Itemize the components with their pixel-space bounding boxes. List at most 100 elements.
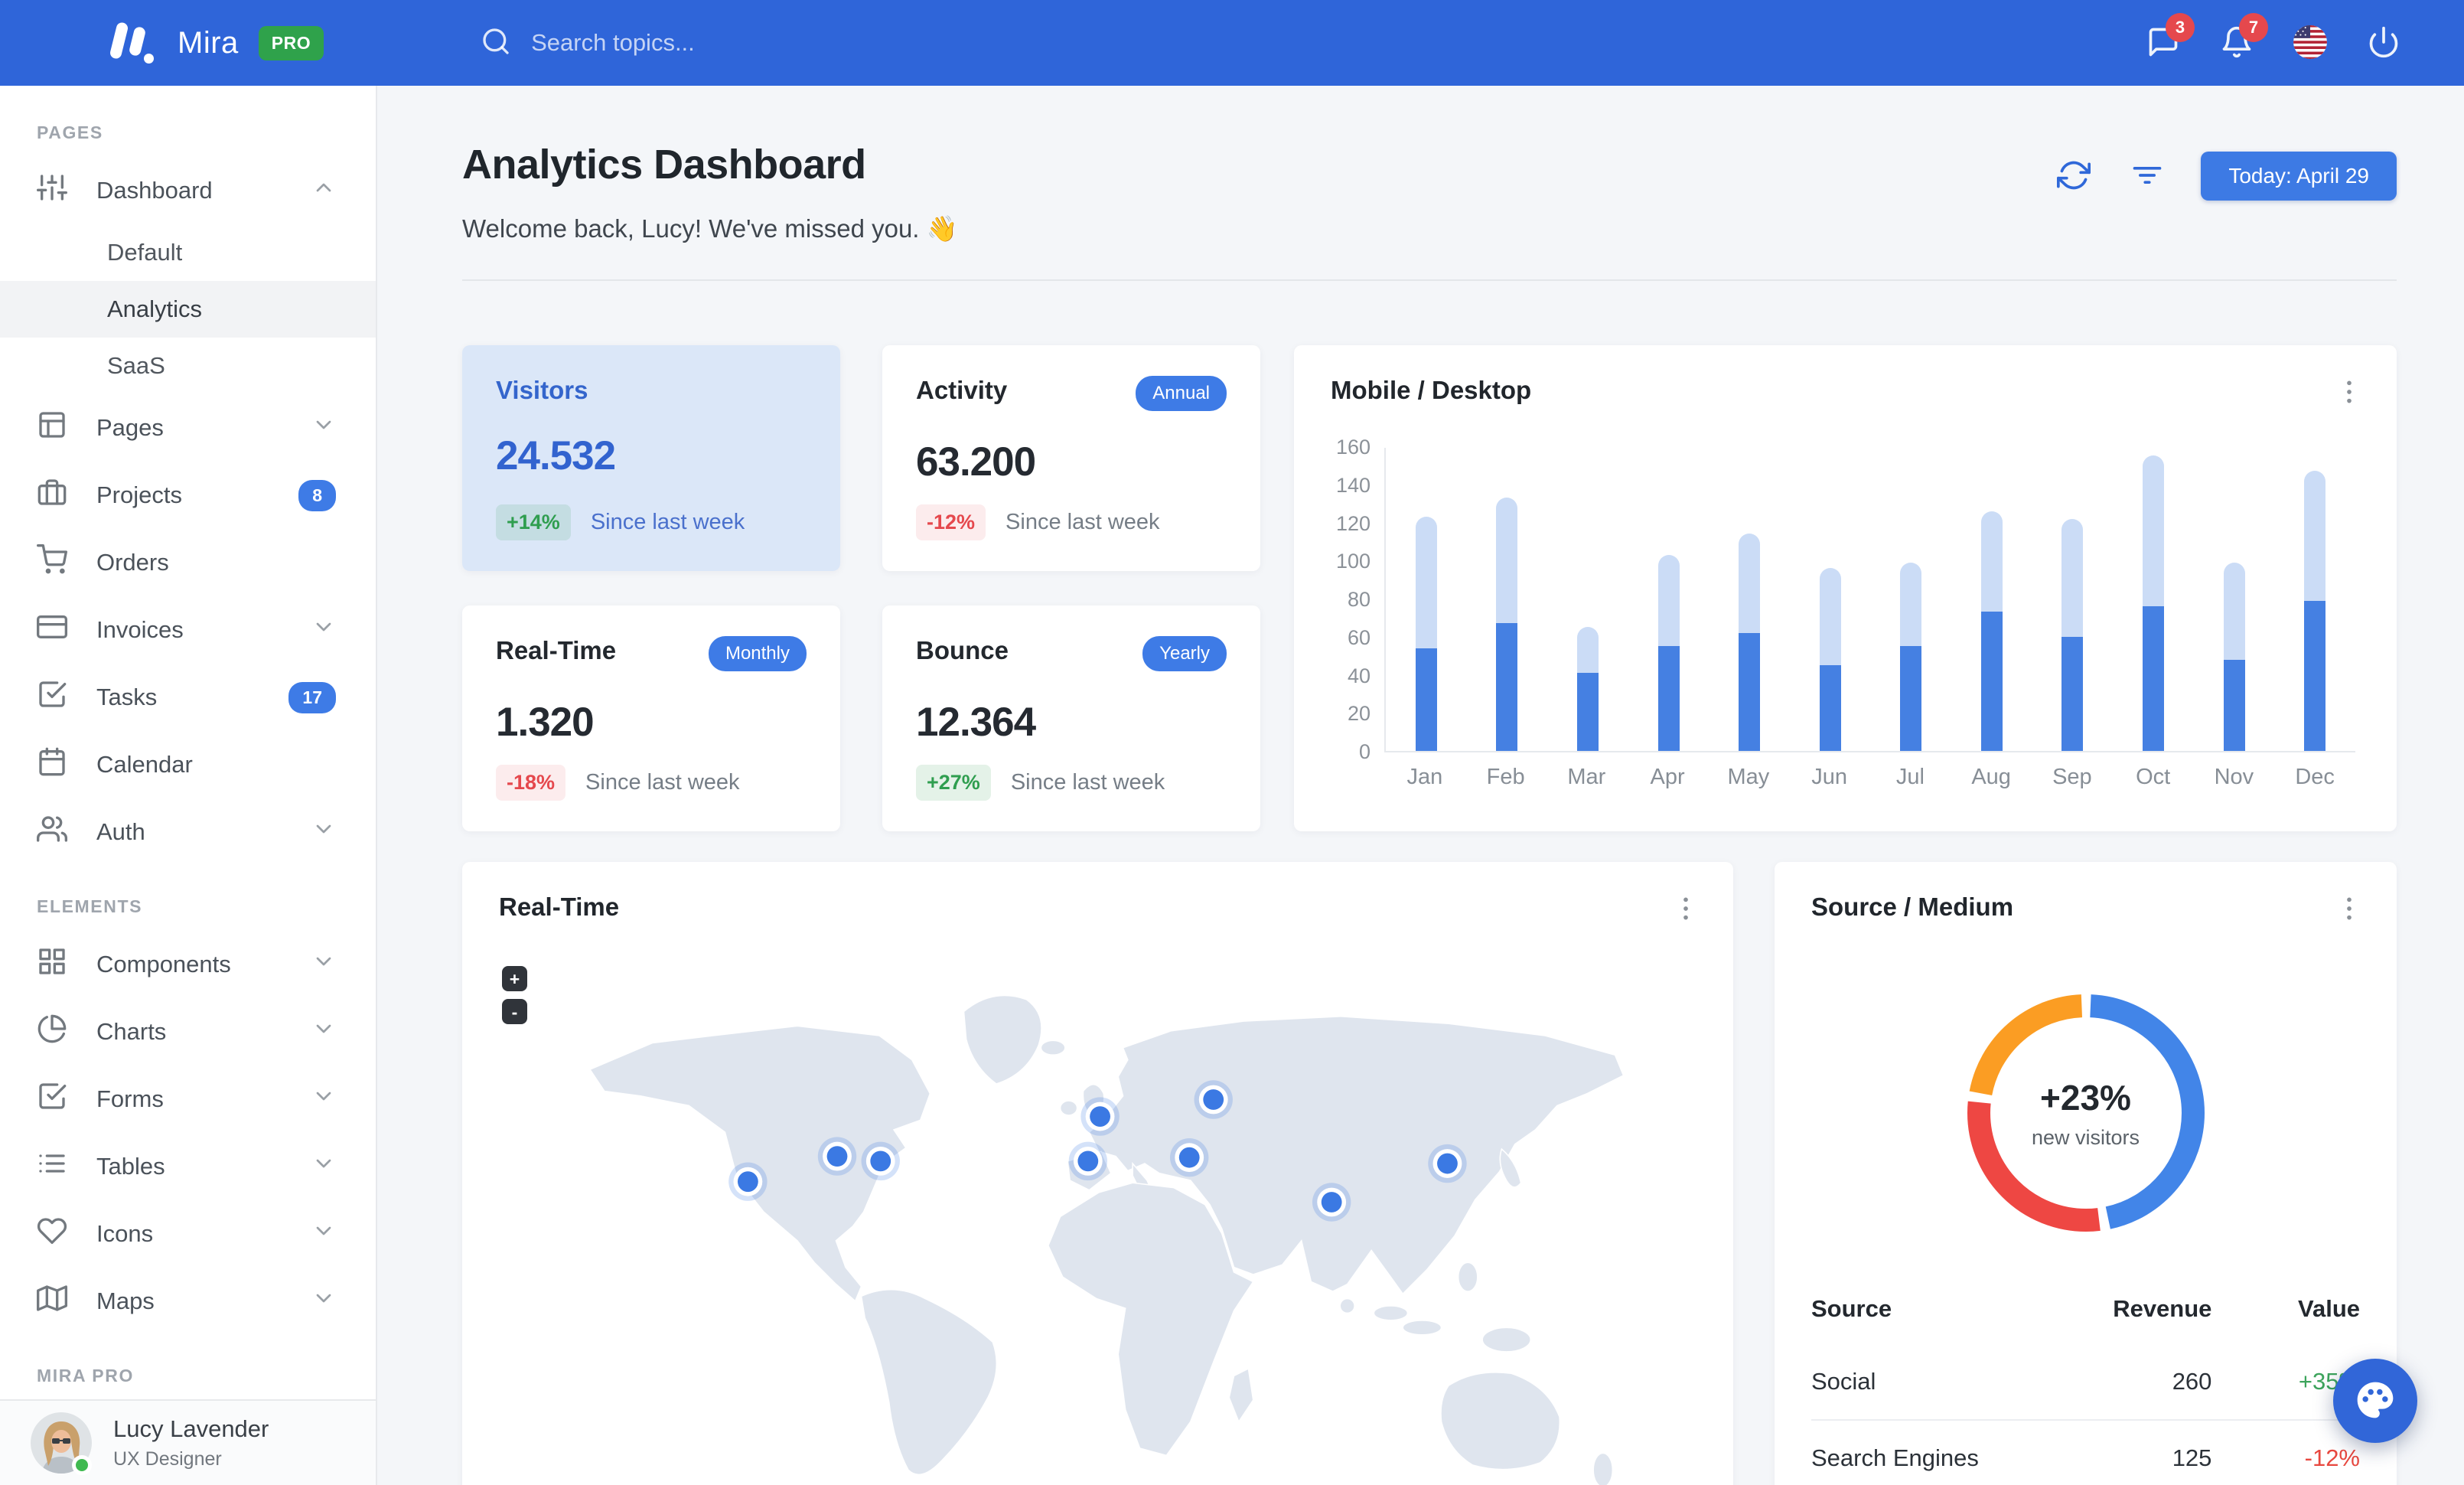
source-medium-card: Source / Medium +23% new visitors Source… — [1775, 862, 2397, 1485]
mira-logo-icon — [107, 21, 158, 65]
sidebar-item-maps[interactable]: Maps — [0, 1268, 376, 1335]
bar-mar[interactable] — [1576, 627, 1599, 751]
sidebar-item-label: Components — [96, 951, 231, 977]
bar-may[interactable] — [1739, 534, 1761, 751]
map-marker-london[interactable] — [1080, 1097, 1120, 1136]
grid-icon — [37, 946, 96, 983]
sidebar-count-badge: 17 — [288, 681, 336, 713]
desktop-segment — [1657, 554, 1680, 647]
bar-apr[interactable] — [1657, 554, 1680, 751]
sidebar-item-components[interactable]: Components — [0, 931, 376, 998]
messages-button[interactable]: 3 — [2144, 13, 2195, 62]
map-marker-madrid[interactable] — [1068, 1141, 1108, 1181]
theme-settings-fab[interactable] — [2333, 1359, 2417, 1443]
top-navbar: Mira PRO 3 7 — [0, 0, 2464, 86]
map-marker-moscow[interactable] — [1194, 1080, 1233, 1119]
sidebar-item-projects[interactable]: Projects 8 — [0, 462, 376, 529]
y-axis-tick: 40 — [1347, 664, 1371, 687]
notifications-button[interactable]: 7 — [2218, 13, 2268, 62]
sidebar-item-dashboard[interactable]: Dashboard — [0, 157, 376, 224]
stat-card-title: Activity — [916, 376, 1008, 404]
stacked-bar-chart: 0 20 40 60 80 100 120 140 160 Jan Feb Mar Apr May Jun… — [1331, 437, 2360, 808]
sidebar-item-charts[interactable]: Charts — [0, 998, 376, 1066]
bar-nov[interactable] — [2223, 562, 2245, 751]
bar-slot — [1870, 448, 1951, 751]
period-badge[interactable]: Yearly — [1142, 636, 1227, 671]
stat-card-value: 63.200 — [916, 439, 1036, 485]
stat-card-title: Bounce — [916, 636, 1009, 664]
map-marker-california[interactable] — [728, 1162, 768, 1201]
list-icon — [37, 1148, 96, 1185]
period-badge[interactable]: Monthly — [708, 636, 807, 671]
sidebar-item-orders[interactable]: Orders — [0, 529, 376, 596]
sidebar-item-label: Charts — [96, 1018, 167, 1045]
sidebar-item-tables[interactable]: Tables — [0, 1133, 376, 1200]
table-row[interactable]: Search Engines 125 -12% — [1811, 1419, 2360, 1485]
navbar-search — [481, 26, 853, 60]
bar-feb[interactable] — [1496, 498, 1518, 751]
source-table: Source Revenue Value Social 260 +35% Search E… — [1811, 1278, 2360, 1485]
sidebar-subitem-saas[interactable]: SaaS — [0, 338, 376, 394]
map-marker-chicago[interactable] — [817, 1137, 857, 1176]
bar-jun[interactable] — [1819, 568, 1841, 751]
card-menu-button[interactable] — [2332, 893, 2366, 926]
desktop-segment — [2061, 518, 2084, 637]
chevron-down-icon — [311, 413, 336, 443]
search-input[interactable] — [531, 29, 853, 57]
more-vertical-icon — [2334, 893, 2365, 926]
main-content: Analytics Dashboard Welcome back, Lucy! … — [377, 86, 2464, 1485]
map-zoom-out-button[interactable]: - — [502, 999, 527, 1024]
header-divider — [462, 279, 2397, 281]
map-marker-delhi[interactable] — [1312, 1183, 1351, 1222]
bar-sep[interactable] — [2061, 518, 2084, 751]
map-marker-beijing[interactable] — [1428, 1144, 1467, 1183]
sidebar-item-invoices[interactable]: Invoices — [0, 596, 376, 664]
mobile-segment — [2142, 605, 2164, 751]
stat-card-footer: +27% Since last week — [916, 765, 1227, 801]
map-marker-new-york[interactable] — [861, 1141, 900, 1181]
bar-slot — [1790, 448, 1871, 751]
sidebar-item-tasks[interactable]: Tasks 17 — [0, 664, 376, 731]
map-zoom-in-button[interactable]: + — [502, 966, 527, 991]
map-icon — [37, 1283, 96, 1320]
sidebar-item-forms[interactable]: Forms — [0, 1066, 376, 1133]
map-marker-istanbul[interactable] — [1169, 1137, 1209, 1177]
sidebar-subitem-default[interactable]: Default — [0, 224, 376, 281]
card-menu-button[interactable] — [1669, 893, 1703, 926]
period-badge[interactable]: Annual — [1136, 376, 1227, 411]
more-vertical-icon — [2334, 377, 2365, 410]
card-menu-button[interactable] — [2332, 376, 2366, 410]
sidebar-item-label: Tables — [96, 1153, 165, 1180]
bar-jan[interactable] — [1415, 517, 1437, 751]
filter-button[interactable] — [2127, 156, 2167, 196]
x-axis-label: Jan — [1406, 765, 1443, 789]
language-flag-button[interactable] — [2291, 24, 2329, 62]
brand[interactable]: Mira PRO — [107, 21, 324, 65]
sidebar-item-calendar[interactable]: Calendar — [0, 731, 376, 798]
sidebar-item-icons[interactable]: Icons — [0, 1200, 376, 1268]
bar-slot — [1386, 448, 1467, 751]
sidebar-profile[interactable]: Lucy Lavender UX Designer — [0, 1399, 376, 1485]
sidebar-subitem-analytics[interactable]: Analytics — [0, 281, 376, 338]
sidebar-item-label: Maps — [96, 1288, 155, 1314]
sign-out-button[interactable] — [2365, 24, 2403, 62]
mobile-segment — [1980, 612, 2003, 751]
stat-card-title: Real-Time — [496, 636, 617, 664]
bar-dec[interactable] — [2304, 471, 2326, 751]
world-map[interactable] — [496, 925, 1702, 1485]
refresh-icon — [2057, 158, 2091, 194]
sidebar-item-auth[interactable]: Auth — [0, 798, 376, 866]
sidebar-item-pages[interactable]: Pages — [0, 394, 376, 462]
bar-slot — [1467, 448, 1548, 751]
sidebar-item-label: Dashboard — [96, 177, 213, 204]
bar-jul[interactable] — [1900, 562, 1922, 751]
stat-note: Since last week — [1010, 770, 1165, 795]
profile-role: UX Designer — [113, 1448, 222, 1470]
stat-note: Since last week — [590, 510, 745, 534]
donut-center-label: new visitors — [2031, 1125, 2140, 1149]
date-range-button[interactable]: Today: April 29 — [2201, 152, 2397, 201]
bar-aug[interactable] — [1980, 511, 2003, 751]
table-row[interactable]: Social 260 +35% — [1811, 1344, 2360, 1420]
refresh-button[interactable] — [2054, 156, 2094, 196]
bar-oct[interactable] — [2142, 455, 2164, 751]
